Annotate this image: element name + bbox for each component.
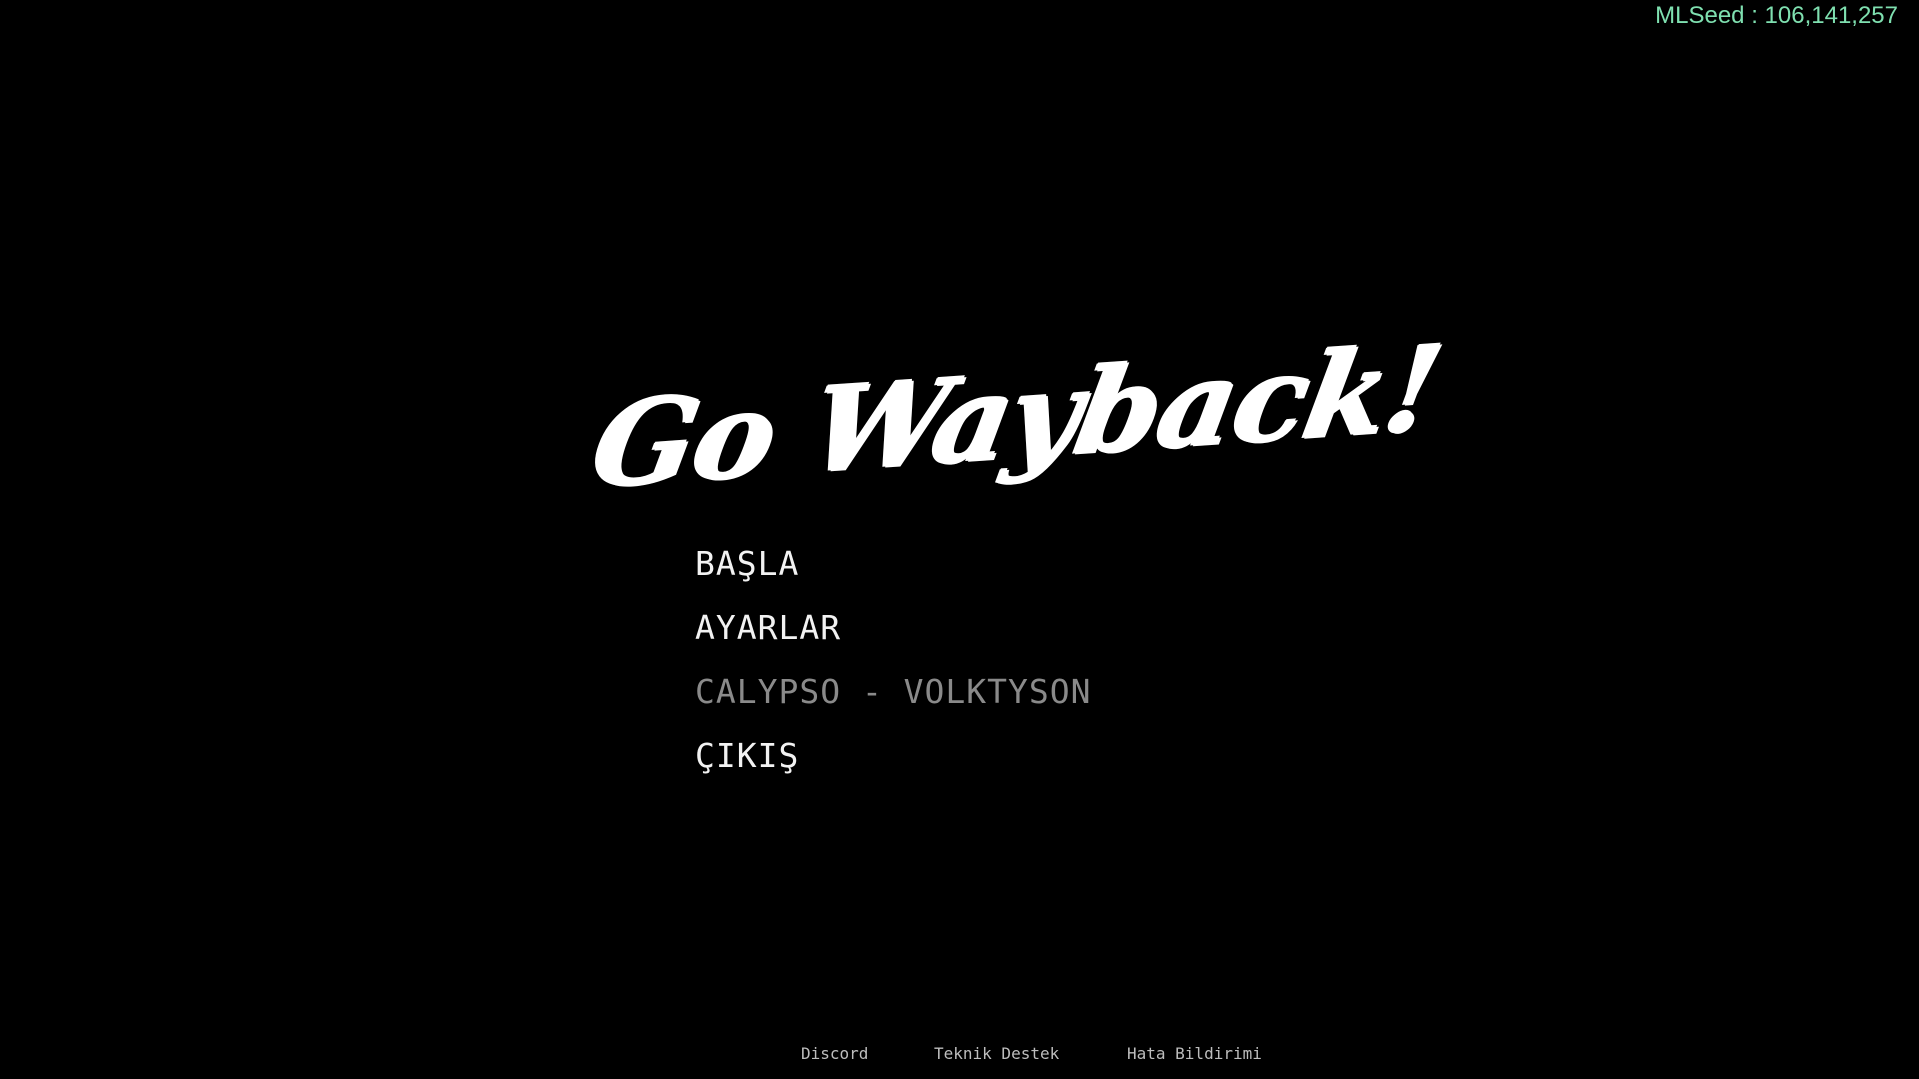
main-menu-screen: MLSeed : 106,141,257 Go Wayback! BAŞLA A…: [0, 0, 1919, 1079]
game-logo: Go Wayback!: [582, 317, 1450, 514]
menu-item-settings[interactable]: AYARLAR: [695, 596, 1092, 660]
footer-links: Discord Teknik Destek Hata Bildirimi: [0, 1044, 1919, 1068]
bug-report-link[interactable]: Hata Bildirimi: [1127, 1044, 1262, 1063]
menu-item-exit[interactable]: ÇIKIŞ: [695, 724, 1092, 788]
technical-support-link[interactable]: Teknik Destek: [934, 1044, 1059, 1063]
ml-seed-readout: MLSeed : 106,141,257: [1655, 2, 1898, 29]
menu-item-start[interactable]: BAŞLA: [695, 532, 1092, 596]
discord-link[interactable]: Discord: [801, 1044, 868, 1063]
main-menu: BAŞLA AYARLAR CALYPSO - VOLKTYSON ÇIKIŞ: [695, 532, 1092, 788]
menu-item-now-playing-track[interactable]: CALYPSO - VOLKTYSON: [695, 660, 1092, 724]
